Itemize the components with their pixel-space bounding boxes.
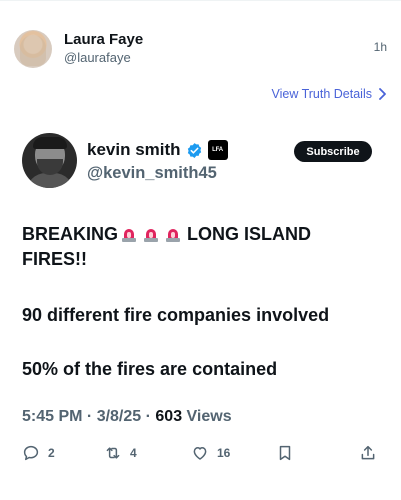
reply-icon bbox=[23, 445, 39, 461]
tweet-meta: 5:45 PM · 3/8/25 · 603 Views bbox=[22, 408, 232, 426]
tweet-text-segment: LONG ISLAND bbox=[187, 224, 312, 244]
siren-icon bbox=[121, 226, 137, 243]
view-truth-details-label: View Truth Details bbox=[271, 87, 372, 101]
embedded-author-avatar[interactable] bbox=[22, 133, 77, 188]
like-button[interactable]: 16 bbox=[191, 444, 230, 462]
repost-count: 4 bbox=[130, 446, 137, 460]
chevron-right-icon bbox=[379, 88, 386, 100]
tweet-text-line: 50% of the fires are contained bbox=[22, 359, 278, 379]
tweet-time[interactable]: 5:45 PM bbox=[22, 408, 82, 425]
reply-button[interactable]: 2 bbox=[22, 444, 55, 462]
embedded-author-row: kevin smith LFA bbox=[87, 140, 228, 160]
author-handle[interactable]: @laurafaye bbox=[64, 50, 131, 65]
tweet-date[interactable]: 3/8/25 bbox=[97, 408, 141, 425]
embedded-author-name[interactable]: kevin smith bbox=[87, 140, 181, 160]
embedded-author-handle[interactable]: @kevin_smith45 bbox=[87, 164, 217, 183]
reply-count: 2 bbox=[48, 446, 55, 460]
siren-icon bbox=[143, 226, 159, 243]
meta-separator: · bbox=[82, 408, 97, 425]
affiliate-badge: LFA bbox=[207, 140, 228, 160]
tweet-text-line: FIRES!! bbox=[22, 249, 87, 269]
repost-button[interactable]: 4 bbox=[104, 444, 137, 462]
like-count: 16 bbox=[217, 446, 231, 460]
tweet-text-line: BREAKING LONG ISLAND bbox=[22, 222, 311, 247]
meta-separator: · bbox=[141, 408, 156, 425]
bookmark-icon bbox=[279, 445, 291, 461]
bookmark-button[interactable] bbox=[276, 444, 294, 462]
action-bar: 2 4 16 bbox=[0, 444, 401, 470]
post-time: 1h bbox=[373, 40, 387, 54]
subscribe-button[interactable]: Subscribe bbox=[294, 141, 372, 162]
view-truth-details-link[interactable]: View Truth Details bbox=[271, 87, 387, 101]
author-name[interactable]: Laura Faye bbox=[64, 31, 143, 48]
siren-icon bbox=[165, 226, 181, 243]
avatar[interactable] bbox=[14, 30, 52, 68]
views-count: 603 bbox=[155, 408, 183, 425]
tweet-text-line: 90 different fire companies involved bbox=[22, 305, 330, 325]
tweet-text-segment: BREAKING bbox=[22, 224, 119, 244]
repost-icon bbox=[106, 447, 120, 459]
share-icon bbox=[361, 445, 375, 460]
share-button[interactable] bbox=[359, 444, 377, 462]
verified-badge-icon bbox=[186, 142, 203, 159]
truth-post-header: Laura Faye @laurafaye 1h View Truth Deta… bbox=[0, 0, 401, 120]
views-label: Views bbox=[182, 408, 232, 425]
heart-icon bbox=[193, 447, 207, 460]
